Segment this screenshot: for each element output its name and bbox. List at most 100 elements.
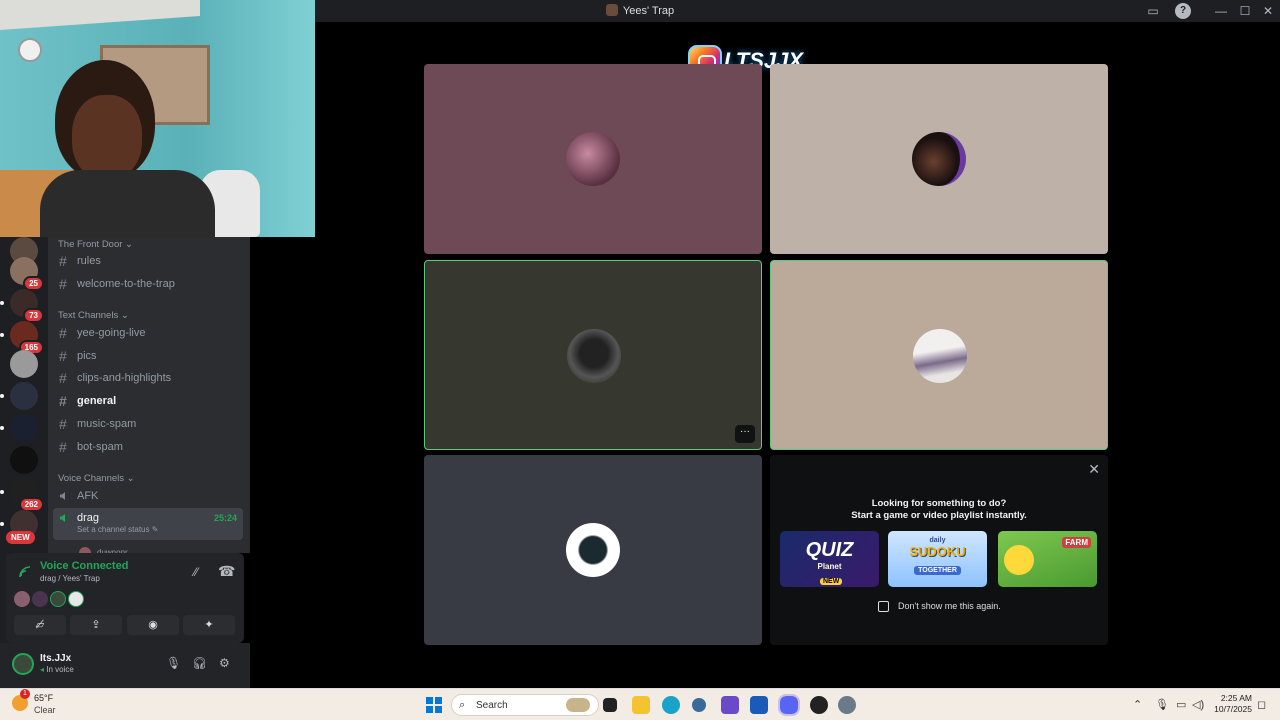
category-label: The Front Door <box>58 239 123 250</box>
participant-avatar <box>912 132 966 186</box>
chevron-up-icon[interactable]: ⌃ <box>1133 698 1142 711</box>
file-explorer-icon[interactable] <box>632 696 650 714</box>
call-timer: 25:24 <box>213 513 237 523</box>
clock-time: 2:25 AM <box>1220 693 1252 703</box>
participant-tile[interactable] <box>424 455 762 645</box>
voice-channel-drag[interactable]: drag 25:24 Set a channel status ✎ <box>53 508 243 540</box>
store-icon[interactable] <box>750 696 768 714</box>
game-card-farm[interactable]: FARM <box>998 531 1097 587</box>
app-icon[interactable] <box>692 698 706 712</box>
channel-clips-and-highlights[interactable]: # clips-and-highlights <box>53 368 243 388</box>
dont-show-again-checkbox[interactable] <box>878 601 889 612</box>
unread-dot <box>0 490 4 494</box>
soundboard-button[interactable]: ✦ <box>183 615 235 635</box>
channel-bot-spam[interactable]: # bot-spam <box>53 437 243 457</box>
more-options-button[interactable]: ··· <box>735 425 755 443</box>
close-window-button[interactable]: ✕ <box>1260 3 1276 19</box>
system-clock[interactable]: 2:25 AM 10/7/2025 <box>1212 693 1252 715</box>
participant-tile[interactable] <box>424 64 762 254</box>
wall-clock <box>18 38 42 62</box>
server-icon[interactable] <box>0 382 38 410</box>
server-icon[interactable]: 25 <box>10 257 44 291</box>
obs-icon[interactable] <box>810 696 828 714</box>
dont-show-again-label[interactable]: Don't show me this again. <box>898 601 1001 611</box>
participant-tile-speaking[interactable]: ··· <box>424 260 762 450</box>
server-icon[interactable]: 262 <box>0 478 44 512</box>
channel-general[interactable]: # general <box>53 391 243 411</box>
channel-label: drag <box>77 512 100 524</box>
unread-dot <box>0 394 4 398</box>
category-front-door[interactable]: The Front Door ⌄ <box>58 239 133 250</box>
streamer-body <box>40 170 215 237</box>
set-channel-status[interactable]: Set a channel status ✎ <box>77 525 158 535</box>
webcam-overlay <box>0 0 315 237</box>
weather-condition: Clear <box>34 705 56 715</box>
channel-label: bot-spam <box>77 441 123 453</box>
task-view-icon[interactable] <box>603 698 617 712</box>
participant-tile[interactable] <box>770 64 1108 254</box>
channel-pics[interactable]: # pics <box>53 346 243 366</box>
user-name[interactable]: Its.JJx <box>40 653 71 664</box>
voice-channel-afk[interactable]: AFK <box>53 486 243 506</box>
streamer-face <box>72 95 142 180</box>
maximize-button[interactable]: ☐ <box>1237 3 1253 19</box>
taskbar-search[interactable]: ⌕ Search <box>451 694 599 716</box>
category-voice-channels[interactable]: Voice Channels ⌄ <box>58 473 135 484</box>
camera-off-button[interactable]: ▱̸ <box>14 615 66 635</box>
participant-tile-speaking[interactable] <box>770 260 1108 450</box>
network-icon[interactable]: ▭ <box>1176 698 1186 711</box>
participant-avatar[interactable] <box>14 591 30 607</box>
game-subtitle: daily <box>929 537 946 544</box>
promo-heading: Looking for something to do? <box>871 498 1007 509</box>
game-card-sudoku-together[interactable]: daily SUDOKU TOGETHER <box>888 531 987 587</box>
channel-welcome-to-the-trap[interactable]: # welcome-to-the-trap <box>53 274 243 294</box>
server-icon[interactable]: 165 <box>0 321 44 355</box>
voice-member[interactable]: duwnonr <box>53 543 243 553</box>
channel-music-spam[interactable]: # music-spam <box>53 414 243 434</box>
hash-icon: # <box>59 348 67 364</box>
voice-connected-title[interactable]: Voice Connected <box>40 560 128 572</box>
category-text-channels[interactable]: Text Channels ⌄ <box>58 310 129 321</box>
app-icon[interactable] <box>721 696 739 714</box>
start-button[interactable] <box>426 697 442 713</box>
channel-yee-going-live[interactable]: # yee-going-live <box>53 323 243 343</box>
server-icon[interactable] <box>0 414 38 442</box>
game-card-quiz-planet[interactable]: QUIZ Planet NEW <box>780 531 879 587</box>
edge-icon[interactable] <box>662 696 680 714</box>
close-icon[interactable]: ✕ <box>1088 461 1100 478</box>
server-icon[interactable] <box>10 446 38 474</box>
game-subtitle: TOGETHER <box>914 566 961 575</box>
server-icon[interactable] <box>10 350 38 378</box>
participant-avatar[interactable] <box>50 591 66 607</box>
server-icon[interactable]: 73 <box>0 289 44 323</box>
activities-button[interactable]: ◉ <box>127 615 179 635</box>
voice-connected-subtitle[interactable]: drag / Yees' Trap <box>40 574 100 583</box>
participant-avatar[interactable] <box>68 591 84 607</box>
noise-suppression-icon[interactable]: ⁄⁄ <box>194 565 198 579</box>
minimize-button[interactable]: — <box>1213 3 1229 19</box>
category-label: Voice Channels <box>58 473 125 484</box>
user-status-label: In voice <box>46 665 74 674</box>
channel-list: The Front Door ⌄ # rules # welcome-to-the-… <box>48 237 250 553</box>
microphone-icon[interactable]: 🎙︎ <box>166 656 181 670</box>
windows-taskbar: 1 65°F Clear ⌕ Search ⌃ 🎙︎ ▭ ◁) 2:25 AM … <box>0 688 1280 720</box>
new-badge: NEW <box>6 531 35 544</box>
settings-app-icon[interactable] <box>838 696 856 714</box>
participant-avatar[interactable] <box>32 591 48 607</box>
volume-icon[interactable]: ◁) <box>1192 698 1204 711</box>
screen-share-button[interactable]: ⇪ <box>70 615 122 635</box>
settings-gear-icon[interactable]: ⚙ <box>219 656 230 670</box>
hash-icon: # <box>59 253 67 269</box>
mic-tray-icon[interactable]: 🎙︎ <box>1155 698 1169 711</box>
user-avatar[interactable] <box>12 653 34 675</box>
headphones-icon[interactable]: 🎧︎ <box>192 656 207 670</box>
game-title: FARM <box>1062 537 1091 548</box>
channel-label: music-spam <box>77 418 137 430</box>
channel-rules[interactable]: # rules <box>53 251 243 271</box>
disconnect-icon[interactable]: ☎ <box>218 563 235 580</box>
help-icon[interactable]: ? <box>1175 3 1191 19</box>
speaker-icon <box>60 492 65 500</box>
notification-bell-icon[interactable]: ◻ <box>1257 698 1266 711</box>
inbox-icon[interactable]: ▭ <box>1145 3 1161 19</box>
discord-icon[interactable] <box>778 694 800 716</box>
